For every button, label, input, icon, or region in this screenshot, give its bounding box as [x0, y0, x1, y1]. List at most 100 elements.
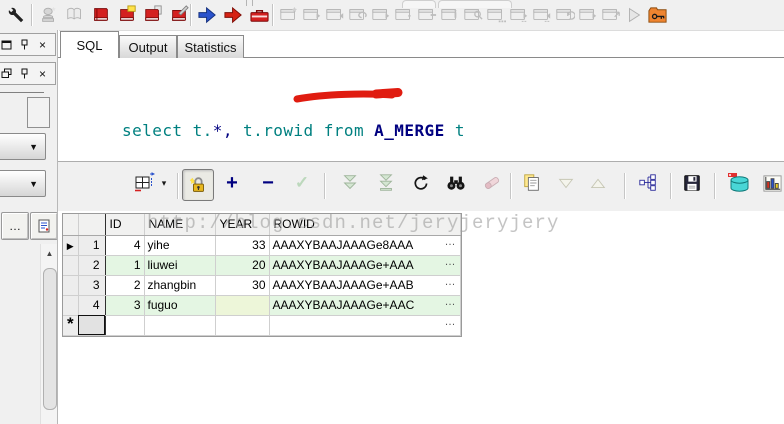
close-icon[interactable]: × — [37, 67, 48, 81]
cell-ellipsis-button[interactable]: … — [445, 316, 457, 328]
post-record-icon[interactable]: ✓ — [290, 171, 314, 195]
stamp-icon[interactable] — [38, 3, 60, 27]
export-db-icon[interactable] — [724, 171, 754, 195]
scroll-up-icon[interactable]: ▲ — [41, 244, 58, 262]
red-book-icon[interactable] — [90, 3, 112, 27]
sitemap-icon[interactable] — [636, 171, 660, 195]
sql-token: rowid — [263, 121, 314, 140]
toolbox-icon[interactable] — [248, 3, 270, 27]
sql-token: t. — [243, 121, 264, 140]
refresh-icon[interactable] — [408, 171, 432, 195]
rownum-cell[interactable]: 1 — [78, 235, 106, 256]
delete-record-icon[interactable]: − — [256, 171, 280, 195]
fetch-next-icon[interactable] — [338, 171, 362, 195]
cell-ellipsis-button[interactable]: … — [445, 236, 457, 248]
rownum-cell-focused[interactable] — [78, 315, 106, 336]
chart-icon[interactable] — [760, 171, 784, 195]
grid-layout-dropdown-icon[interactable]: ▾ — [158, 171, 170, 195]
red-arrow-icon[interactable] — [222, 3, 244, 27]
red-underline-annotation — [290, 86, 410, 113]
cell-id[interactable]: 4 — [105, 235, 145, 256]
row-marker-cell — [63, 255, 79, 276]
toolbar-tick — [246, 0, 247, 6]
cell-ellipsis-button[interactable]: … — [445, 256, 457, 268]
new-record-icon: * — [66, 315, 74, 333]
tab-sql-label: SQL — [76, 37, 103, 53]
cell-rowid[interactable]: AAAXYBAAJAAAGe8AAA… — [269, 235, 461, 256]
scroll-up-icon[interactable] — [586, 171, 610, 195]
cell-rowid[interactable]: AAAXYBAAJAAAGe+AAC… — [269, 295, 461, 316]
window-step-icon[interactable] — [370, 3, 392, 27]
browse-button[interactable]: … — [1, 212, 29, 240]
cell-ellipsis-button[interactable]: … — [445, 296, 457, 308]
edit-lock-button[interactable] — [182, 169, 214, 201]
maximize-icon[interactable] — [1, 39, 12, 50]
window-run-icon[interactable] — [577, 3, 599, 27]
tab-output[interactable]: Output — [119, 35, 177, 58]
window-undo-icon[interactable] — [347, 3, 369, 27]
eraser-icon[interactable] — [480, 171, 504, 195]
window-rollback-icon[interactable] — [554, 3, 576, 27]
cell-year-null[interactable] — [215, 295, 270, 316]
rownum-cell[interactable]: 2 — [78, 255, 106, 276]
chevron-down-icon: ▼ — [29, 141, 38, 152]
cell-rowid[interactable]: AAAXYBAAJAAAGe+AAA … — [269, 255, 461, 276]
play-icon[interactable] — [623, 3, 645, 27]
scroll-down-icon[interactable] — [554, 171, 578, 195]
window-next-icon[interactable] — [301, 3, 323, 27]
cell-name[interactable]: fuguo — [144, 295, 216, 316]
tab-statistics[interactable]: Statistics — [177, 35, 244, 58]
pin-icon[interactable] — [19, 39, 30, 50]
connection-dropdown[interactable]: ▼ — [0, 133, 46, 160]
close-icon[interactable]: × — [37, 38, 48, 52]
rowid-value: AAAXYBAAJAAAGe+AAA — [272, 258, 414, 272]
folder-key-icon[interactable] — [646, 3, 668, 27]
cell-id[interactable]: 1 — [105, 255, 145, 276]
rownum-cell[interactable]: 4 — [78, 295, 106, 316]
open-book-icon[interactable] — [64, 3, 86, 27]
cell-year[interactable]: 30 — [215, 275, 270, 296]
scrollbar-thumb[interactable] — [43, 268, 57, 410]
window-export-icon[interactable] — [600, 3, 622, 27]
cell-rowid[interactable]: … — [269, 315, 461, 336]
cell-year[interactable]: 33 — [215, 235, 270, 256]
cell-year[interactable] — [215, 315, 270, 336]
window-back-icon[interactable] — [531, 3, 553, 27]
sidebar-scrollbar[interactable]: ▲ — [40, 244, 58, 424]
red-book-note-icon[interactable] — [116, 3, 138, 27]
wrench-icon[interactable] — [5, 3, 27, 27]
rownum-cell[interactable]: 3 — [78, 275, 106, 296]
find-icon[interactable] — [444, 171, 468, 195]
grid-layout-icon[interactable] — [132, 171, 156, 195]
cell-ellipsis-button[interactable]: … — [445, 276, 457, 288]
cell-name[interactable] — [144, 315, 216, 336]
panel-divider — [0, 92, 44, 93]
col-header-id[interactable]: ID — [105, 214, 145, 236]
cell-name[interactable]: zhangbin — [144, 275, 216, 296]
tab-sql[interactable]: SQL — [60, 31, 119, 58]
sql-editor[interactable]: select t.*, t.rowid from A_MERGE t — [58, 58, 784, 161]
blue-arrow-icon[interactable] — [196, 3, 218, 27]
table-row: 4 3 fuguo AAAXYBAAJAAAGe+AAC… — [63, 295, 461, 316]
cell-id[interactable] — [105, 315, 145, 336]
save-results-icon[interactable] — [680, 171, 704, 195]
filter-dropdown[interactable]: ▼ — [0, 170, 46, 197]
pin-icon[interactable] — [19, 68, 30, 79]
sql-token: t — [444, 121, 465, 140]
window-new-icon[interactable] — [278, 3, 300, 27]
cell-name[interactable]: yihe — [144, 235, 216, 256]
add-record-icon[interactable]: + — [220, 171, 244, 195]
edit-list-button[interactable] — [30, 212, 58, 240]
cell-year[interactable]: 20 — [215, 255, 270, 276]
red-book-brush-icon[interactable] — [168, 3, 190, 27]
window-prev-icon[interactable] — [324, 3, 346, 27]
cell-id[interactable]: 3 — [105, 295, 145, 316]
cell-rowid[interactable]: AAAXYBAAJAAAGe+AAB… — [269, 275, 461, 296]
copy-results-icon[interactable] — [520, 171, 544, 195]
restore-icon[interactable] — [1, 68, 12, 79]
cell-name[interactable]: liuwei — [144, 255, 216, 276]
fetch-all-icon[interactable] — [374, 171, 398, 195]
results-canvas: ID NAME YEAR ROWID ▶ 1 4 yihe 33 AAAXYBA… — [58, 211, 784, 424]
cell-id[interactable]: 2 — [105, 275, 145, 296]
red-book-copy-icon[interactable] — [142, 3, 164, 27]
